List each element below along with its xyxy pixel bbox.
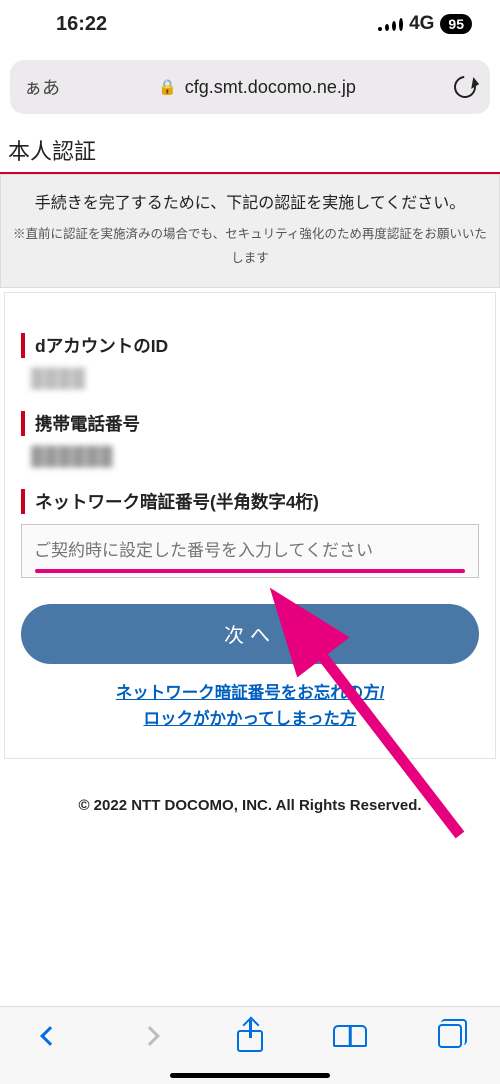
battery-pill: 95 (440, 14, 472, 34)
phone-label: 携帯電話番号 (21, 411, 479, 436)
help-link[interactable]: ネットワーク暗証番号をお忘れの方/ロックがかかってしまった方 (21, 680, 479, 733)
home-indicator (170, 1073, 330, 1078)
address-url: cfg.smt.docomo.ne.jp (185, 77, 356, 98)
status-right: 4G 95 (378, 13, 472, 35)
tabs-button[interactable] (433, 1019, 467, 1053)
id-value: ████ (31, 368, 479, 389)
address-bar[interactable]: ぁあ 🔒 cfg.smt.docomo.ne.jp (10, 60, 490, 114)
section-title: 本人認証 (0, 128, 500, 174)
forward-button[interactable] (133, 1019, 167, 1053)
signal-icon (378, 18, 403, 31)
next-button[interactable]: 次へ (21, 604, 479, 664)
network-label: 4G (409, 13, 434, 35)
bookmarks-button[interactable] (333, 1019, 367, 1053)
aa-button[interactable]: ぁあ (24, 74, 60, 100)
status-bar: 16:22 4G 95 (0, 0, 500, 48)
back-button[interactable] (33, 1019, 67, 1053)
auth-card: dアカウントのID ████ 携帯電話番号 ██████ ネットワーク暗証番号(… (4, 292, 496, 760)
instruction-sub: ※直前に認証を実施済みの場合でも、セキュリティ強化のため再度認証をお願いいたしま… (13, 223, 487, 271)
status-time: 16:22 (56, 13, 107, 36)
share-button[interactable] (233, 1019, 267, 1053)
instruction-panel: 手続きを完了するために、下記の認証を実施してください。 ※直前に認証を実施済みの… (0, 174, 500, 288)
footer-copyright: © 2022 NTT DOCOMO, INC. All Rights Reser… (0, 797, 500, 814)
reload-icon[interactable] (450, 72, 481, 103)
lock-icon: 🔒 (158, 78, 177, 96)
instruction-main: 手続きを完了するために、下記の認証を実施してください。 (13, 189, 487, 213)
id-label: dアカウントのID (21, 333, 479, 358)
annotation-underline (35, 569, 465, 573)
pin-label: ネットワーク暗証番号(半角数字4桁) (21, 489, 479, 514)
phone-value: ██████ (31, 446, 479, 467)
